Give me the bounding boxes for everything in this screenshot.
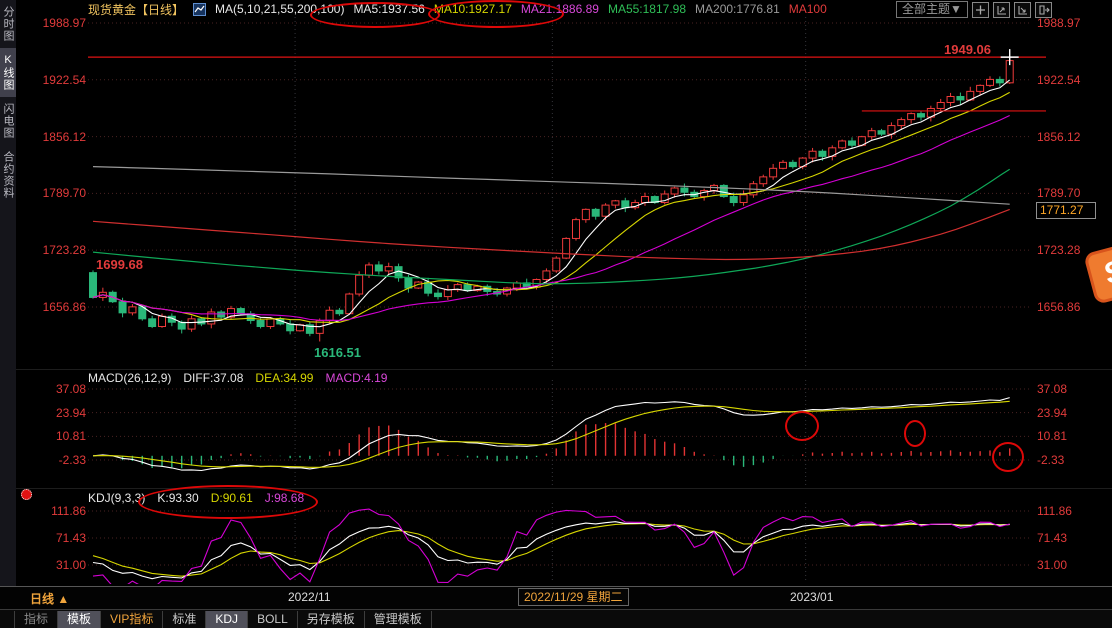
tab-template[interactable]: 模板 — [58, 611, 101, 628]
axis-zoom-down-icon[interactable] — [1014, 2, 1031, 18]
period-selector[interactable]: 日线 ▲ — [30, 590, 69, 607]
date-label-2: 2023/01 — [790, 590, 833, 604]
ma21-value: MA21:1886.89 — [521, 2, 599, 16]
date-axis-bar: 日线 ▲ 2022/11 2022/11/29 星期二 2023/01 — [0, 586, 1112, 609]
kdj-d-value: D:90.61 — [211, 491, 253, 505]
date-label-1: 2022/11 — [288, 590, 331, 604]
ma-params-label: MA(5,10,21,55,200,100) — [215, 2, 344, 16]
macd-indicator-header: MACD(26,12,9) DIFF:37.08 DEA:34.99 MACD:… — [88, 371, 387, 385]
panel-divider — [0, 369, 1112, 370]
trading-terminal: 1988.971988.971922.541922.541856.121856.… — [0, 0, 1112, 628]
sidebar-item-time-chart[interactable]: 分时图 — [0, 0, 16, 48]
left-sidebar: 分时图 K线图 闪电图 合约资料 — [0, 0, 16, 628]
symbol-title: 现货黄金【日线】 — [88, 1, 184, 18]
line-chart-icon — [193, 3, 206, 16]
kdj-k-value: K:93.30 — [157, 491, 198, 505]
panel-divider — [0, 488, 1112, 489]
tab-boll[interactable]: BOLL — [248, 611, 298, 628]
macd-title: MACD(26,12,9) — [88, 371, 171, 385]
bottom-tab-bar: 指标 模板 VIP指标 标准 KDJ BOLL 另存模板 管理模板 — [0, 609, 1112, 628]
theme-dropdown-button[interactable]: 全部主题▼ — [896, 1, 968, 18]
macd-value: MACD:4.19 — [325, 371, 387, 385]
chart-toolbar: 全部主题▼ — [896, 1, 1052, 18]
chart-canvas[interactable] — [0, 0, 1112, 628]
tab-indicator[interactable]: 指标 — [14, 611, 58, 628]
kdj-indicator-header: KDJ(9,3,3) K:93.30 D:90.61 J:98.68 — [88, 491, 304, 505]
kdj-series — [93, 509, 1010, 589]
exit-panel-icon[interactable] — [1035, 2, 1052, 18]
kdj-title: KDJ(9,3,3) — [88, 491, 145, 505]
selected-date-label: 2022/11/29 星期二 — [518, 588, 629, 606]
low-price-label: 1616.51 — [314, 345, 361, 360]
tab-vip-indicator[interactable]: VIP指标 — [101, 611, 163, 628]
axis-zoom-up-icon[interactable] — [993, 2, 1010, 18]
axis-price-tag: 1771.27 — [1036, 202, 1096, 219]
ma100-label: MA100 — [789, 2, 827, 16]
macd-dea-value: DEA:34.99 — [255, 371, 313, 385]
sidebar-item-contract-info[interactable]: 合约资料 — [0, 145, 16, 205]
main-chart-legend: 现货黄金【日线】 MA(5,10,21,55,200,100) MA5:1937… — [88, 1, 827, 17]
ma55-value: MA55:1817.98 — [608, 2, 686, 16]
ma200-value: MA200:1776.81 — [695, 2, 780, 16]
candlestick-series — [90, 57, 1014, 341]
tab-save-template[interactable]: 另存模板 — [298, 611, 365, 628]
early-high-price-label: 1699.68 — [96, 257, 143, 272]
tab-kdj[interactable]: KDJ — [206, 611, 248, 628]
ma10-value: MA10:1927.17 — [434, 2, 512, 16]
crosshair-move-icon[interactable] — [972, 2, 989, 18]
high-price-label: 1949.06 — [944, 42, 991, 57]
sidebar-item-lightning-chart[interactable]: 闪电图 — [0, 97, 16, 145]
ma5-value: MA5:1937.56 — [353, 2, 424, 16]
sidebar-item-kline-chart[interactable]: K线图 — [0, 48, 16, 97]
indicator-settings-icon[interactable] — [21, 489, 32, 500]
kdj-j-value: J:98.68 — [265, 491, 304, 505]
tab-manage-template[interactable]: 管理模板 — [365, 611, 432, 628]
tab-standard[interactable]: 标准 — [163, 611, 206, 628]
macd-diff-value: DIFF:37.08 — [183, 371, 243, 385]
